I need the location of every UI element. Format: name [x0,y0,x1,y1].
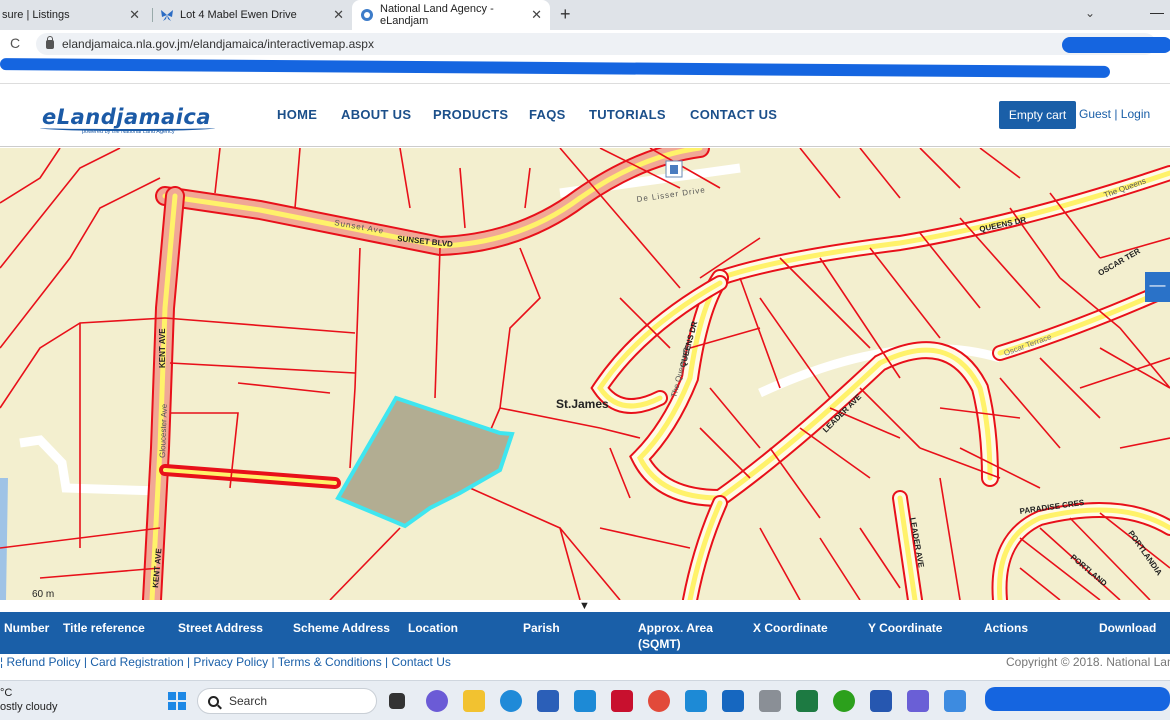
teams-icon[interactable] [907,690,929,712]
footer-copyright: Copyright © 2018. National Land [1006,655,1170,668]
label-portland: PORTLAND [1069,553,1109,589]
column-actions[interactable]: Actions [984,620,1028,636]
collapse-results-icon[interactable]: ▼ [579,600,590,612]
windows-start-icon[interactable] [166,690,188,712]
column-x-coordinate[interactable]: X Coordinate [753,620,828,636]
interactive-map[interactable]: De Lisser Drive Sunset Ave SUNSET BLVD Q… [0,148,1170,600]
tab-listings[interactable]: sure | Listings ✕ [0,0,148,30]
globe-icon [360,8,374,22]
outlook-icon[interactable] [722,690,744,712]
label-st-james: St.James [556,397,609,411]
paint-icon[interactable] [944,690,966,712]
tab-title: National Land Agency - eLandjam [380,3,494,27]
column-parish[interactable]: Parish [523,620,560,636]
label-portlandia: PORTLANDIA [1126,529,1164,577]
store-icon[interactable] [537,690,559,712]
label-gloucester-ave: Gloucester Ave [158,403,169,458]
column-scheme-address[interactable]: Scheme Address [293,620,390,636]
photos-icon[interactable] [685,690,707,712]
close-tab-icon[interactable]: ✕ [531,7,542,23]
tab-national-land-agency[interactable]: National Land Agency - eLandjam ✕ [352,0,550,30]
column-title-reference[interactable]: Title reference [63,620,145,636]
roads [142,148,1170,600]
bookmarks-bar [0,58,1170,84]
footer-links[interactable]: ¦ Refund Policy | Card Registration | Pr… [0,655,451,668]
taskbar-search[interactable]: Search [197,688,377,714]
learning-app-icon[interactable] [574,690,596,712]
nav-tutorials[interactable]: TUTORIALS [589,107,666,122]
access-road [19,435,161,496]
quickbooks-icon[interactable] [833,690,855,712]
column-download[interactable]: Download [1099,620,1156,636]
map-canvas[interactable]: De Lisser Drive Sunset Ave SUNSET BLVD Q… [0,148,1170,600]
edge-icon[interactable] [500,690,522,712]
building-marker-icon[interactable] [665,160,683,178]
label-kent-ave: KENT AVE [158,328,167,368]
column-y-coordinate[interactable]: Y Coordinate [868,620,942,636]
url-text: elandjamaica.nla.gov.jm/elandjamaica/int… [62,37,374,51]
tab-lot4[interactable]: Lot 4 Mabel Ewen Drive ✕ [152,0,352,30]
empty-cart-button[interactable]: Empty cart [999,101,1076,129]
tab-title: Lot 4 Mabel Ewen Drive [180,9,297,21]
selected-parcel[interactable] [335,395,515,529]
column-approx-area-unit: (SQMT) [638,637,681,651]
redaction-mark [985,687,1170,711]
nav-products[interactable]: PRODUCTS [433,107,508,122]
label-oscar-ter: OSCAR TER [1097,246,1142,277]
weather-description[interactable]: ostly cloudy [0,701,57,713]
mcafee-icon[interactable] [611,690,633,712]
map-labels: De Lisser Drive Sunset Ave SUNSET BLVD Q… [151,176,1164,588]
nav-faqs[interactable]: FAQS [529,107,566,122]
taskbar: °C ostly cloudy Search [0,680,1170,720]
close-tab-icon[interactable]: ✕ [129,7,140,23]
nav-about-us[interactable]: ABOUT US [341,107,411,122]
minimize-button[interactable]: — [1150,4,1164,20]
new-tab-button[interactable]: + [560,4,571,25]
nav-home[interactable]: HOME [277,107,317,122]
tab-search-button[interactable]: ⌄ [1085,6,1095,20]
search-label: Search [229,694,268,708]
word-icon[interactable] [870,690,892,712]
address-bar: C elandjamaica.nla.gov.jm/elandjamaica/i… [0,30,1170,58]
search-icon [208,695,219,707]
calculator-icon[interactable] [759,690,781,712]
column-approx-area-label: Approx. Area [638,621,713,635]
close-tab-icon[interactable]: ✕ [333,7,344,23]
chat-icon[interactable] [426,690,448,712]
task-view-icon[interactable] [389,693,405,709]
guest-login-link[interactable]: Guest | Login [1079,107,1150,121]
map-scale: 60 m [32,589,55,600]
excel-icon[interactable] [796,690,818,712]
site-footer: ¦ Refund Policy | Card Registration | Pr… [0,654,1170,668]
zoom-out-button[interactable]: — [1145,272,1170,302]
logo-tagline: powered by the National Land Agency [82,129,175,135]
chrome-icon[interactable] [648,690,670,712]
lock-icon [46,35,54,49]
reload-icon[interactable]: C [10,35,20,51]
weather-temperature[interactable]: °C [0,687,12,699]
redaction-mark [0,58,1111,78]
label-de-lisser-drive: De Lisser Drive [636,185,706,204]
nav-contact-us[interactable]: CONTACT US [690,107,777,122]
water-area [0,478,8,600]
column-location[interactable]: Location [408,620,458,636]
tab-title: sure | Listings [2,9,70,21]
column-approx-area[interactable]: Approx. Area (SQMT) [638,620,713,652]
redaction-mark [1062,37,1170,53]
site-header: eLandjamaica powered by the National Lan… [0,85,1170,147]
file-explorer-icon[interactable] [463,690,485,712]
butterfly-icon [160,8,174,22]
column-number[interactable]: Number [4,620,49,636]
column-street-address[interactable]: Street Address [178,620,263,636]
results-table-header: Number Title reference Street Address Sc… [0,612,1170,654]
browser-tab-strip: sure | Listings ✕ Lot 4 Mabel Ewen Drive… [0,0,1170,30]
url-field[interactable]: elandjamaica.nla.gov.jm/elandjamaica/int… [36,33,1156,55]
